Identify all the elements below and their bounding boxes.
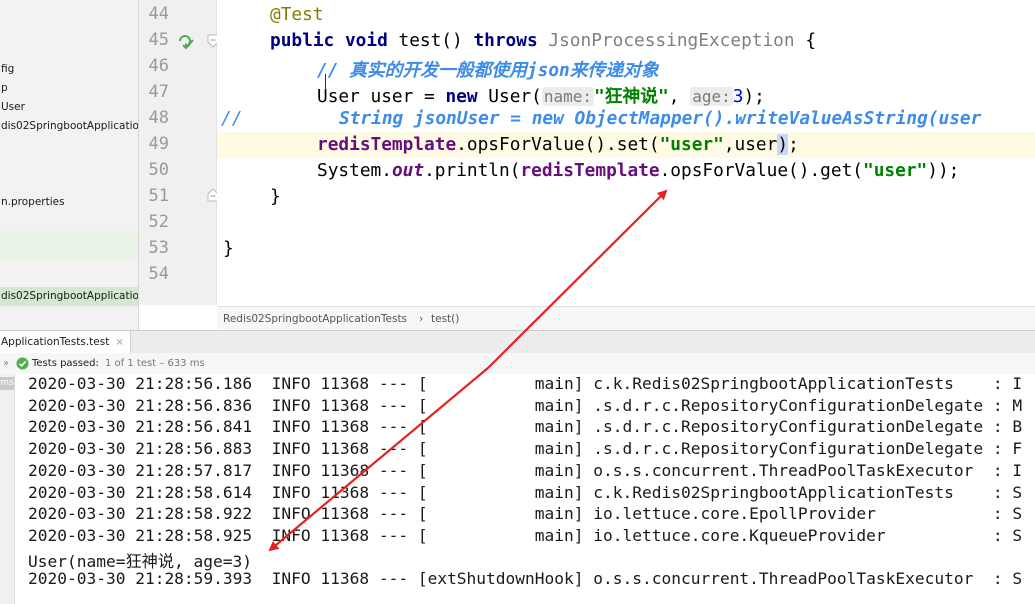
tree-item-properties[interactable]: n.properties [0, 193, 65, 212]
code-annotation: @Test [270, 4, 324, 25]
tests-passed-icon [16, 357, 29, 370]
line-number: 54 [148, 264, 169, 284]
line-number: 46 [148, 56, 169, 76]
tree-item-pojo[interactable]: p [0, 79, 8, 98]
code-text: } [223, 238, 234, 259]
tree-selection-band [0, 231, 138, 259]
line-number: 47 [148, 82, 169, 102]
log-line: 2020-03-30 21:28:58.614 INFO 11368 --- [… [28, 482, 1023, 502]
code-text: User user = new User(name: "狂神说", age: 3); [317, 86, 765, 107]
code-text: System.out.println(redisTemplate.opsForV… [317, 160, 960, 181]
duration-badge: ms [0, 377, 14, 390]
mouse-cursor [325, 74, 326, 90]
line-number: 50 [148, 160, 169, 180]
tree-item-config[interactable]: fig [0, 60, 14, 79]
log-line: 2020-03-30 21:28:59.393 INFO 11368 --- [… [28, 569, 1023, 589]
breadcrumb-method[interactable]: test() [431, 307, 459, 331]
code-comment: // 真实的开发一般都使用json来传递对象 [317, 60, 659, 81]
code-line-45: public void test() throws JsonProcessing… [217, 28, 1035, 54]
line-number: 44 [148, 4, 169, 24]
line-number: 51 [148, 186, 169, 206]
code-line-49: redisTemplate.opsForValue().set("user",u… [217, 132, 1035, 158]
code-line-53: } [217, 236, 1035, 262]
log-line: 2020-03-30 21:28:57.817 INFO 11368 --- [… [28, 460, 1023, 480]
log-line: 2020-03-30 21:28:56.841 INFO 11368 --- [… [28, 417, 1023, 437]
project-tree: fig p User dis02SpringbootApplication n.… [0, 0, 139, 330]
tests-passed-detail: 1 of 1 test – 633 ms [105, 358, 205, 369]
code-text: } [270, 186, 281, 207]
code-line-47: User user = new User(name: "狂神说", age: 3); [217, 80, 1035, 107]
log-line: 2020-03-30 21:28:58.925 INFO 11368 --- [… [28, 525, 1023, 545]
expand-icon[interactable]: » [3, 353, 9, 374]
run-tab-label: ApplicationTests.test [1, 336, 110, 348]
console-output[interactable]: 2020-03-30 21:28:56.186 INFO 11368 --- [… [15, 374, 1035, 604]
code-line-44: @Test [217, 2, 1035, 28]
code-text: public void test() throws JsonProcessing… [270, 30, 817, 51]
line-number: 52 [148, 212, 169, 232]
line-number: 49 [148, 134, 169, 154]
close-icon[interactable]: × [115, 337, 123, 348]
param-hint: name: [541, 87, 594, 106]
param-hint: age: [690, 87, 733, 106]
line-number: 53 [148, 238, 169, 258]
log-line: 2020-03-30 21:28:58.922 INFO 11368 --- [… [28, 504, 1023, 524]
breadcrumb-separator: › [419, 313, 424, 325]
breadcrumb: Redis02SpringbootApplicationTests › test… [217, 306, 1035, 331]
breadcrumb-class[interactable]: Redis02SpringbootApplicationTests [223, 307, 407, 331]
test-status-bar: » Tests passed: 1 of 1 test – 633 ms [0, 353, 1035, 375]
console-left-strip: ms [0, 374, 15, 604]
editor-gutter: 44 45 46 47 48 49 50 51 52 53 54 [139, 0, 241, 305]
code-line-50: System.out.println(redisTemplate.opsForV… [217, 158, 1035, 184]
tree-item-application[interactable]: dis02SpringbootApplication [0, 117, 138, 136]
run-tab[interactable]: ApplicationTests.test × [0, 331, 131, 353]
tests-passed-label: Tests passed: [32, 358, 99, 369]
log-line-output: User(name=狂神说, age=3) [28, 551, 252, 571]
code-editor[interactable]: @Test public void test() throws JsonProc… [217, 0, 1035, 305]
line-number: 45 [148, 30, 169, 50]
line-number: 48 [148, 108, 169, 128]
run-test-icon[interactable] [174, 31, 196, 51]
code-line-46: // 真实的开发一般都使用json来传递对象 [217, 54, 1035, 81]
log-line: 2020-03-30 21:28:56.186 INFO 11368 --- [… [28, 374, 1023, 393]
code-text: redisTemplate.opsForValue().set("user",u… [317, 134, 799, 155]
code-line-51: } [217, 184, 1035, 210]
tree-item-user[interactable]: User [0, 98, 25, 117]
tree-item-application-tests[interactable]: dis02SpringbootApplication [0, 287, 138, 306]
comment-slashes: // [221, 108, 243, 129]
code-comment: String jsonUser = new ObjectMapper().wri… [339, 108, 982, 129]
run-tab-bar: ApplicationTests.test × [0, 330, 1035, 354]
code-line-48: // String jsonUser = new ObjectMapper().… [217, 106, 1035, 132]
log-line: 2020-03-30 21:28:56.883 INFO 11368 --- [… [28, 439, 1023, 459]
log-line: 2020-03-30 21:28:56.836 INFO 11368 --- [… [28, 395, 1023, 415]
